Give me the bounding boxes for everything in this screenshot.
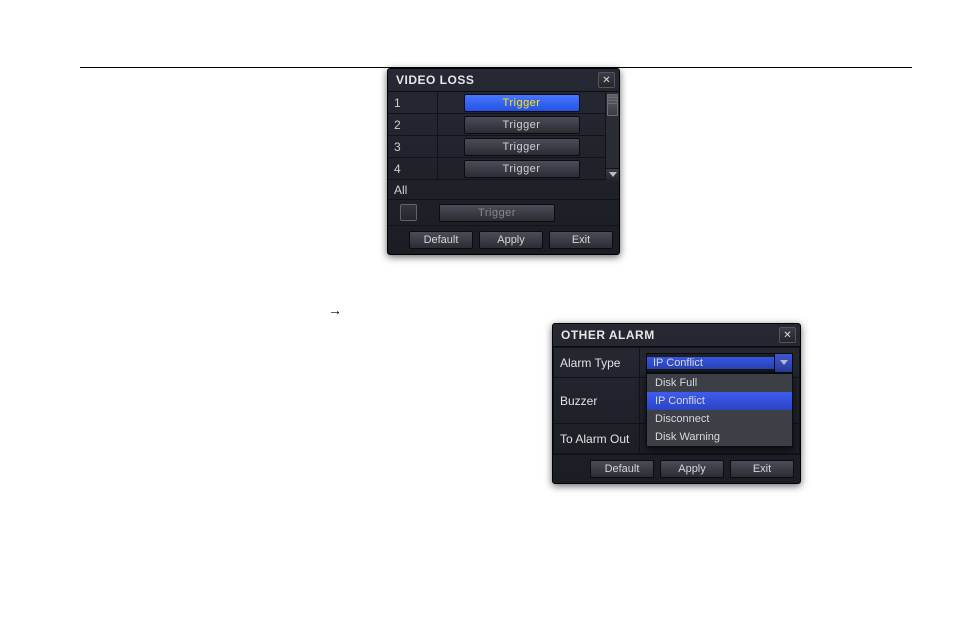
to-alarm-out-label: To Alarm Out [554, 424, 640, 454]
channel-number: 3 [388, 136, 438, 157]
dropdown-option[interactable]: Disk Warning [647, 428, 792, 446]
video-loss-title: VIDEO LOSS [396, 73, 474, 87]
other-alarm-dialog: OTHER ALARM ✕ Alarm Type IP Conflict Dis… [552, 323, 801, 484]
channel-number: 4 [388, 158, 438, 179]
list-item: 2 Trigger [388, 114, 605, 136]
list-item: 4 Trigger [388, 158, 605, 180]
alarm-type-value: IP Conflict [647, 357, 774, 369]
alarm-type-select[interactable]: IP Conflict [646, 353, 793, 373]
default-button[interactable]: Default [409, 231, 473, 249]
all-label: All [388, 180, 619, 200]
other-alarm-titlebar: OTHER ALARM ✕ [553, 324, 800, 347]
trigger-button[interactable]: Trigger [464, 160, 580, 178]
alarm-type-label: Alarm Type [554, 348, 640, 378]
dropdown-option[interactable]: Disk Full [647, 374, 792, 392]
apply-button[interactable]: Apply [479, 231, 543, 249]
video-loss-list: 1 Trigger 2 Trigger 3 Trigger 4 [388, 92, 605, 180]
scrollbar[interactable] [605, 92, 619, 180]
video-loss-titlebar: VIDEO LOSS ✕ [388, 69, 619, 92]
default-button[interactable]: Default [590, 460, 654, 478]
scrollbar-thumb[interactable] [607, 94, 618, 116]
video-loss-dialog: VIDEO LOSS ✕ 1 Trigger 2 Trigger 3 Trigg… [387, 68, 620, 255]
channel-number: 1 [388, 92, 438, 113]
list-item: 1 Trigger [388, 92, 605, 114]
alarm-type-dropdown: Disk Full IP Conflict Disconnect Disk Wa… [646, 373, 793, 447]
all-trigger-button[interactable]: Trigger [439, 204, 555, 222]
all-checkbox[interactable] [400, 204, 417, 221]
list-item: 3 Trigger [388, 136, 605, 158]
channel-number: 2 [388, 114, 438, 135]
exit-button[interactable]: Exit [730, 460, 794, 478]
buzzer-label: Buzzer [554, 378, 640, 424]
arrow-icon: → [328, 302, 342, 318]
other-alarm-title: OTHER ALARM [561, 328, 655, 342]
trigger-button[interactable]: Trigger [464, 138, 580, 156]
dropdown-option[interactable]: IP Conflict [647, 392, 792, 410]
scroll-down-icon[interactable] [606, 168, 619, 180]
close-icon[interactable]: ✕ [779, 327, 796, 343]
all-row: Trigger [388, 200, 619, 226]
chevron-down-icon[interactable] [774, 354, 792, 372]
close-icon[interactable]: ✕ [598, 72, 615, 88]
trigger-button[interactable]: Trigger [464, 116, 580, 134]
apply-button[interactable]: Apply [660, 460, 724, 478]
dropdown-option[interactable]: Disconnect [647, 410, 792, 428]
exit-button[interactable]: Exit [549, 231, 613, 249]
trigger-button[interactable]: Trigger [464, 94, 580, 112]
